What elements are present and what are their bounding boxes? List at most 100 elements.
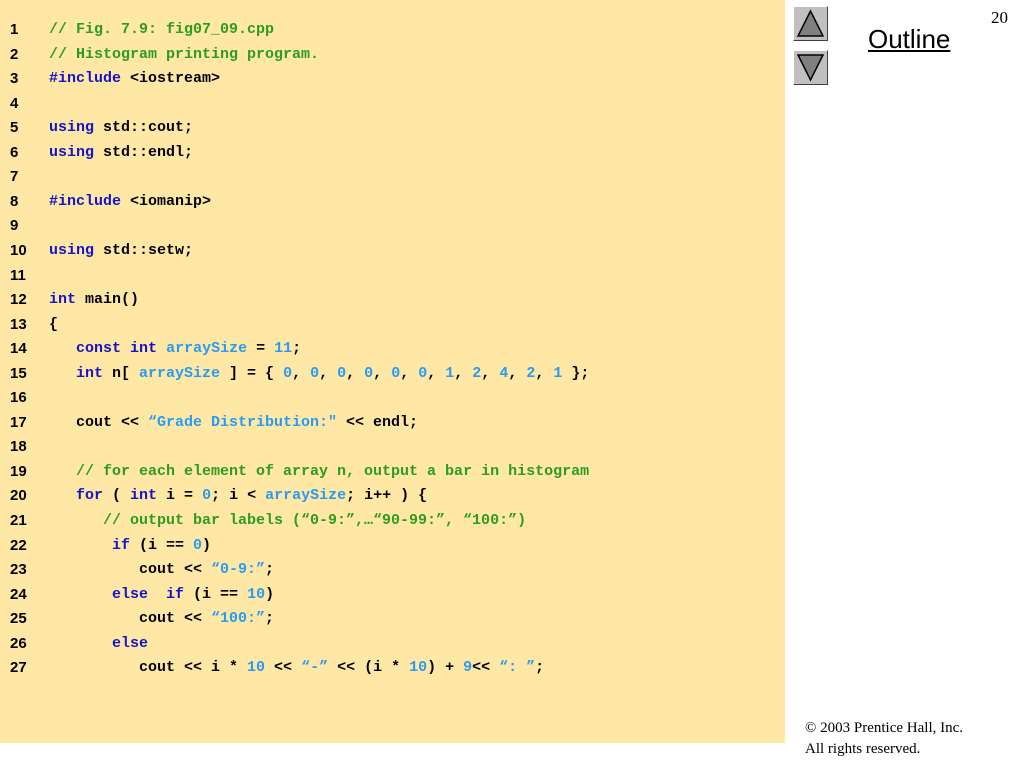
line-number: 5 bbox=[10, 119, 19, 137]
copyright-notice: © 2003 Prentice Hall, Inc. All rights re… bbox=[805, 718, 963, 760]
code-token-number: 0 bbox=[391, 364, 401, 382]
code-token-plain: , bbox=[535, 364, 554, 382]
code-token-plain: cout << bbox=[139, 561, 212, 579]
code-token-number: 0 bbox=[337, 364, 347, 382]
code-token-plain: , bbox=[400, 364, 419, 382]
code-token-number: 9 bbox=[463, 659, 473, 677]
code-line: 16 bbox=[0, 386, 785, 410]
code-token-plain: { bbox=[49, 315, 59, 333]
outline-link[interactable]: Outline bbox=[868, 24, 950, 55]
code-token-plain: i = bbox=[157, 487, 203, 505]
code-line: 18 bbox=[0, 435, 785, 459]
code-token-plain: cout << bbox=[139, 610, 212, 628]
code-token-number: 0 bbox=[283, 364, 293, 382]
code-token-plain: std::endl; bbox=[94, 143, 194, 161]
code-token-plain: <iostream> bbox=[121, 70, 221, 88]
code-token-plain: cout << bbox=[76, 413, 149, 431]
code-text: // Histogram printing program. bbox=[49, 43, 319, 67]
code-token-comment: // Histogram printing program. bbox=[49, 45, 320, 63]
line-number: 9 bbox=[10, 217, 19, 235]
code-line: 15 int n[ arraySize ] = { 0, 0, 0, 0, 0, … bbox=[0, 362, 785, 386]
line-number: 17 bbox=[10, 413, 27, 431]
code-token-plain: main() bbox=[76, 291, 140, 309]
code-line: 9 bbox=[0, 214, 785, 238]
code-token-plain: ) bbox=[265, 585, 275, 603]
line-number: 19 bbox=[10, 462, 27, 480]
code-text: using std::setw; bbox=[49, 239, 193, 263]
line-number: 3 bbox=[10, 70, 19, 88]
code-token-plain: , bbox=[373, 364, 392, 382]
rights-line: All rights reserved. bbox=[805, 741, 921, 757]
code-token-plain: , bbox=[508, 364, 527, 382]
code-token-plain: , bbox=[292, 364, 311, 382]
line-number: 1 bbox=[10, 21, 19, 38]
code-token-number: 0 bbox=[202, 487, 212, 505]
code-line: 22 if (i == 0) bbox=[0, 534, 785, 558]
code-text: else if (i == 10) bbox=[112, 583, 274, 607]
code-token-plain: (i == bbox=[184, 585, 248, 603]
code-line: 11 bbox=[0, 264, 785, 288]
code-token-plain: , bbox=[454, 364, 473, 382]
code-token-plain: ] = { bbox=[220, 364, 284, 382]
code-line: 26 else bbox=[0, 632, 785, 656]
line-number: 8 bbox=[10, 192, 19, 210]
code-token-plain: ( bbox=[103, 487, 131, 505]
code-token-comment: // output bar labels (“0-9:”,…“90-99:”, … bbox=[103, 512, 527, 529]
code-text: else bbox=[112, 632, 148, 656]
code-text: cout << i * 10 << “-” << (i * 10) + 9<< … bbox=[139, 656, 544, 680]
code-text: cout << “Grade Distribution:" << endl; bbox=[76, 411, 418, 435]
code-token-keyword: const bbox=[76, 340, 122, 358]
code-text: if (i == 0) bbox=[112, 534, 211, 558]
code-token-number: 1 bbox=[445, 364, 455, 382]
line-number: 6 bbox=[10, 143, 19, 161]
code-token-plain: << endl; bbox=[337, 413, 419, 431]
code-text: // output bar labels (“0-9:”,…“90-99:”, … bbox=[103, 509, 526, 533]
code-line: 14 const int arraySize = 11; bbox=[0, 337, 785, 361]
code-line: 6 using std::endl; bbox=[0, 141, 785, 165]
code-token-number: 10 bbox=[247, 659, 266, 677]
next-slide-button[interactable] bbox=[793, 50, 828, 85]
code-line: 17 cout << “Grade Distribution:" << endl; bbox=[0, 411, 785, 435]
code-token-keyword: #include bbox=[49, 70, 122, 88]
code-token-plain: << bbox=[472, 659, 500, 677]
line-number: 21 bbox=[10, 512, 27, 529]
line-number: 15 bbox=[10, 364, 27, 382]
code-token-plain: , bbox=[481, 364, 500, 382]
code-token-plain: ; i < bbox=[211, 487, 266, 505]
triangle-down-icon bbox=[796, 54, 825, 82]
code-text: const int arraySize = 11; bbox=[76, 337, 301, 361]
code-token-string: “100:” bbox=[211, 610, 266, 628]
code-token-number: 11 bbox=[274, 340, 293, 358]
code-line: 23 cout << “0-9:”; bbox=[0, 558, 785, 582]
code-token-number: 10 bbox=[409, 659, 428, 677]
code-text: cout << “100:”; bbox=[139, 607, 274, 631]
code-token-plain: << (i * bbox=[328, 659, 410, 677]
code-token-keyword: using bbox=[49, 119, 95, 137]
code-token-keyword: for bbox=[76, 487, 104, 505]
code-line: 12 int main() bbox=[0, 288, 785, 312]
code-line: 7 bbox=[0, 165, 785, 189]
code-token-identifier: arraySize bbox=[166, 340, 248, 358]
code-token-identifier: arraySize bbox=[139, 364, 221, 382]
line-number: 22 bbox=[10, 536, 27, 554]
code-token-plain: ; bbox=[292, 340, 302, 358]
code-token-string: “Grade Distribution:" bbox=[148, 413, 338, 431]
previous-slide-button[interactable] bbox=[793, 6, 828, 41]
code-token-number: 2 bbox=[526, 364, 536, 382]
code-token-keyword: using bbox=[49, 143, 95, 161]
code-token-string: “0-9:” bbox=[211, 561, 266, 579]
code-token-plain: << bbox=[265, 659, 302, 677]
code-token-plain: }; bbox=[562, 364, 590, 382]
code-text: // for each element of array n, output a… bbox=[76, 460, 589, 484]
code-listing: 1 // Fig. 7.9: fig07_09.cpp 2 // Histogram … bbox=[0, 0, 785, 743]
code-token-plain: std::cout; bbox=[94, 119, 194, 137]
code-token-plain: <iomanip> bbox=[121, 192, 212, 210]
code-token-keyword: #include bbox=[49, 192, 122, 210]
line-number: 20 bbox=[10, 487, 27, 505]
code-line: 19 // for each element of array n, output… bbox=[0, 460, 785, 484]
code-line: 27 cout << i * 10 << “-” << (i * 10) + 9<… bbox=[0, 656, 785, 680]
code-token-number: 0 bbox=[418, 364, 428, 382]
